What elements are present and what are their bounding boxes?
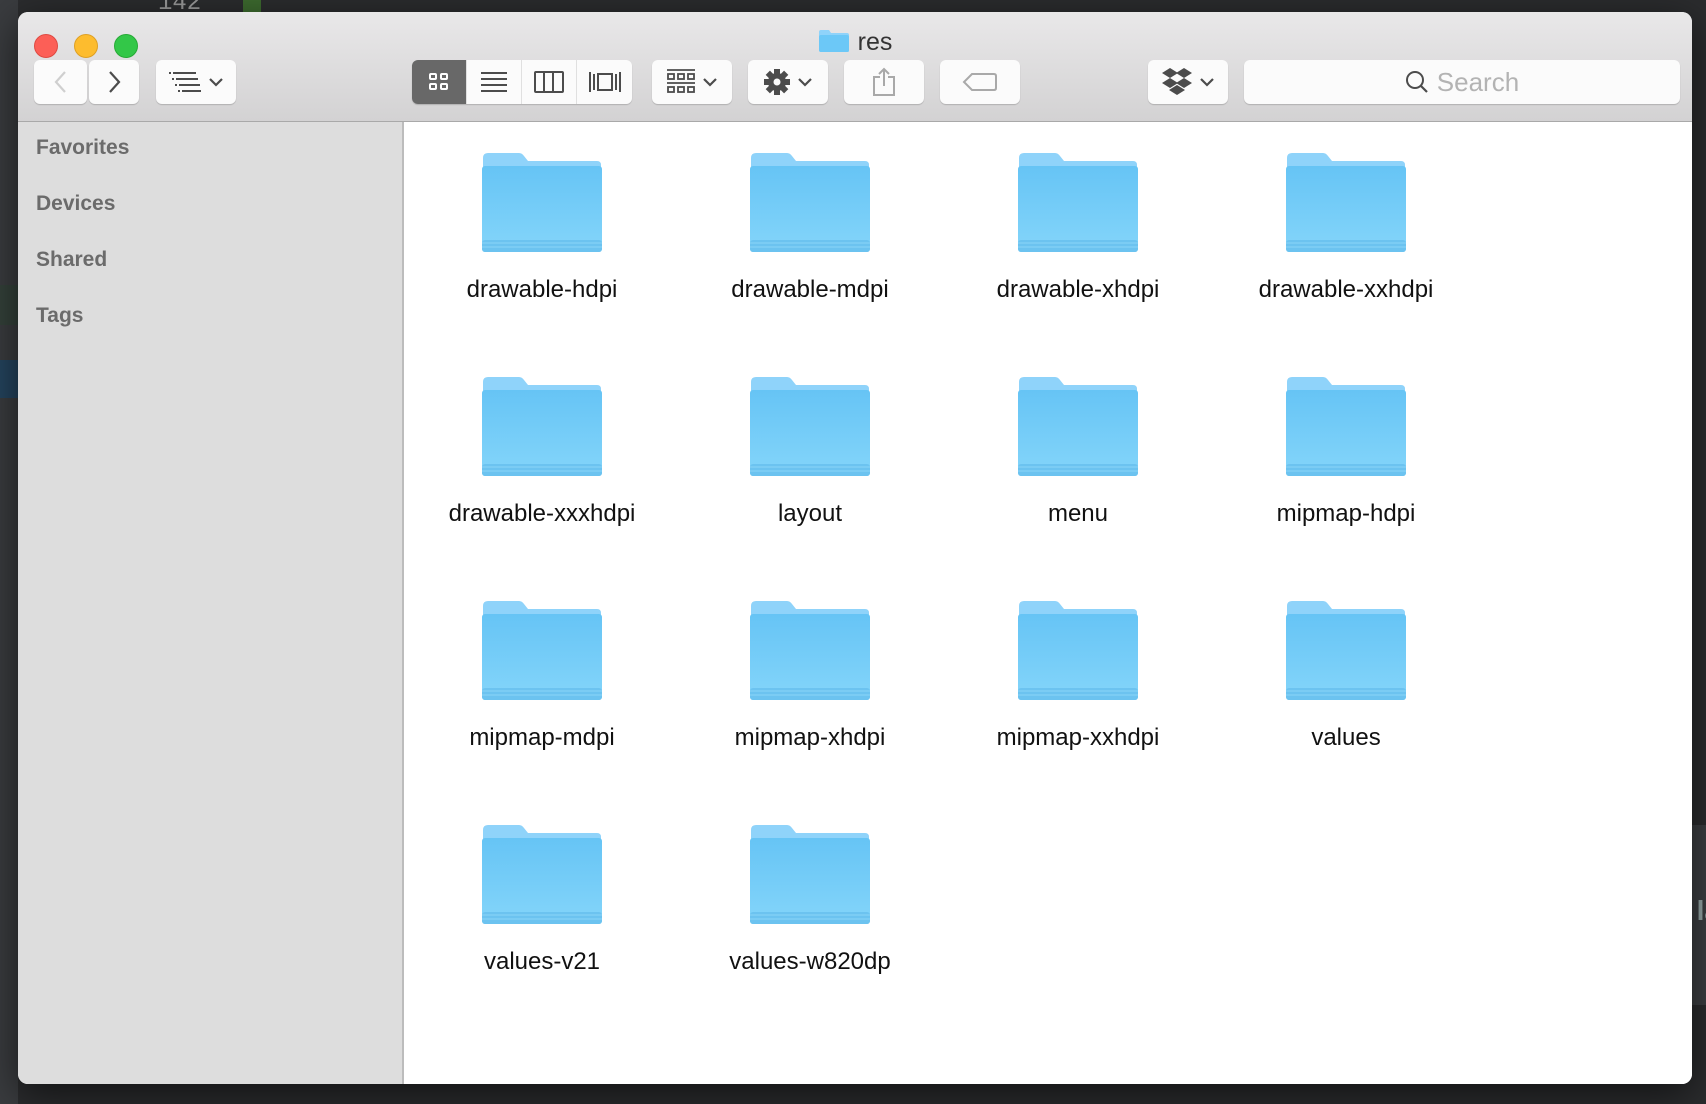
background-partial-text: la [1696, 895, 1706, 926]
folder-icon [1018, 377, 1138, 476]
folder-item[interactable]: layout [680, 376, 940, 528]
chevron-down-icon [209, 78, 223, 87]
back-button[interactable] [34, 60, 87, 104]
sidebar-section-devices[interactable]: Devices [36, 192, 115, 216]
chevron-left-icon [54, 71, 66, 93]
folder-icon [1018, 153, 1138, 252]
chevron-down-icon [703, 78, 717, 87]
search-placeholder: Search [1436, 66, 1520, 97]
folder-name: menu [1047, 500, 1109, 527]
share-button[interactable] [844, 60, 924, 104]
grid-icon [429, 73, 448, 90]
window-title-text: res [857, 28, 893, 56]
folder-icon [818, 29, 850, 60]
folder-icon [750, 153, 870, 252]
folder-item[interactable]: mipmap-mdpi [412, 600, 672, 752]
list-icon [481, 72, 507, 92]
folder-item[interactable]: mipmap-hdpi [1216, 376, 1476, 528]
list-view-button[interactable] [467, 60, 522, 104]
sidebar: Favorites Devices Shared Tags [18, 122, 404, 1084]
arrange-menu-button[interactable] [156, 60, 236, 104]
folder-icon [750, 377, 870, 476]
folder-name: drawable-xxhdpi [1258, 276, 1434, 303]
folder-item[interactable]: drawable-mdpi [680, 152, 940, 304]
cover-flow-icon [588, 72, 621, 92]
folder-name: mipmap-hdpi [1276, 500, 1416, 527]
icon-view-button[interactable] [412, 60, 467, 104]
action-menu-button[interactable] [748, 60, 828, 104]
folder-icon [482, 601, 602, 700]
arrange-list-icon [169, 72, 201, 92]
folder-icon [1286, 377, 1406, 476]
folder-icon [1286, 153, 1406, 252]
folder-icon [482, 825, 602, 924]
folder-name: values-v21 [483, 948, 601, 975]
folder-icon [1018, 601, 1138, 700]
window-title: res [18, 28, 1692, 60]
folder-icon [750, 601, 870, 700]
sidebar-section-favorites[interactable]: Favorites [36, 136, 129, 160]
tag-icon [962, 73, 997, 91]
column-view-button[interactable] [522, 60, 577, 104]
folder-item[interactable]: values-v21 [412, 824, 672, 976]
folder-name: mipmap-xhdpi [734, 724, 886, 751]
gear-icon [764, 69, 790, 95]
folder-item[interactable]: mipmap-xhdpi [680, 600, 940, 752]
cover-flow-view-button[interactable] [577, 60, 632, 104]
forward-button[interactable] [89, 60, 139, 104]
folder-name: drawable-hdpi [466, 276, 618, 303]
folder-icon [750, 825, 870, 924]
background-app-strip [0, 0, 18, 1104]
folder-name: mipmap-xxhdpi [996, 724, 1160, 751]
folder-name: values [1311, 724, 1381, 751]
search-field[interactable]: Search [1244, 60, 1680, 104]
columns-icon [534, 71, 564, 93]
folder-name: drawable-xxxhdpi [448, 500, 636, 527]
folder-name: mipmap-mdpi [469, 724, 615, 751]
background-app-strip [0, 360, 18, 398]
chevron-down-icon [1200, 78, 1214, 87]
folder-icon [1286, 601, 1406, 700]
titlebar: res Search [18, 12, 1692, 122]
folder-item[interactable]: menu [948, 376, 1208, 528]
group-menu-button[interactable] [652, 60, 732, 104]
share-icon [873, 67, 895, 96]
folder-item[interactable]: values-w820dp [680, 824, 940, 976]
folder-item[interactable]: drawable-xxhdpi [1216, 152, 1476, 304]
search-icon [1405, 71, 1428, 93]
tags-button[interactable] [940, 60, 1020, 104]
folder-icon [482, 153, 602, 252]
chevron-right-icon [109, 71, 121, 93]
finder-window: res Search Favorites Devices Shared Tags… [18, 12, 1692, 1084]
sidebar-section-shared[interactable]: Shared [36, 248, 107, 272]
folder-name: values-w820dp [729, 948, 891, 975]
folder-name: drawable-mdpi [731, 276, 889, 303]
folder-item[interactable]: drawable-xxxhdpi [412, 376, 672, 528]
folder-item[interactable]: mipmap-xxhdpi [948, 600, 1208, 752]
dropbox-icon [1162, 68, 1192, 95]
group-grid-icon [667, 69, 695, 93]
dropbox-button[interactable] [1148, 60, 1228, 104]
folder-name: drawable-xhdpi [996, 276, 1160, 303]
sidebar-section-tags[interactable]: Tags [36, 304, 83, 328]
file-grid: drawable-hdpi drawable-mdpi drawable-xhdpi… [404, 122, 1692, 1084]
background-marker [243, 0, 261, 12]
folder-name: layout [777, 500, 843, 527]
folder-item[interactable]: drawable-hdpi [412, 152, 672, 304]
folder-icon [482, 377, 602, 476]
folder-item[interactable]: values [1216, 600, 1476, 752]
background-app-strip [0, 285, 18, 325]
chevron-down-icon [798, 78, 812, 87]
folder-item[interactable]: drawable-xhdpi [948, 152, 1208, 304]
view-mode-control [412, 60, 632, 104]
